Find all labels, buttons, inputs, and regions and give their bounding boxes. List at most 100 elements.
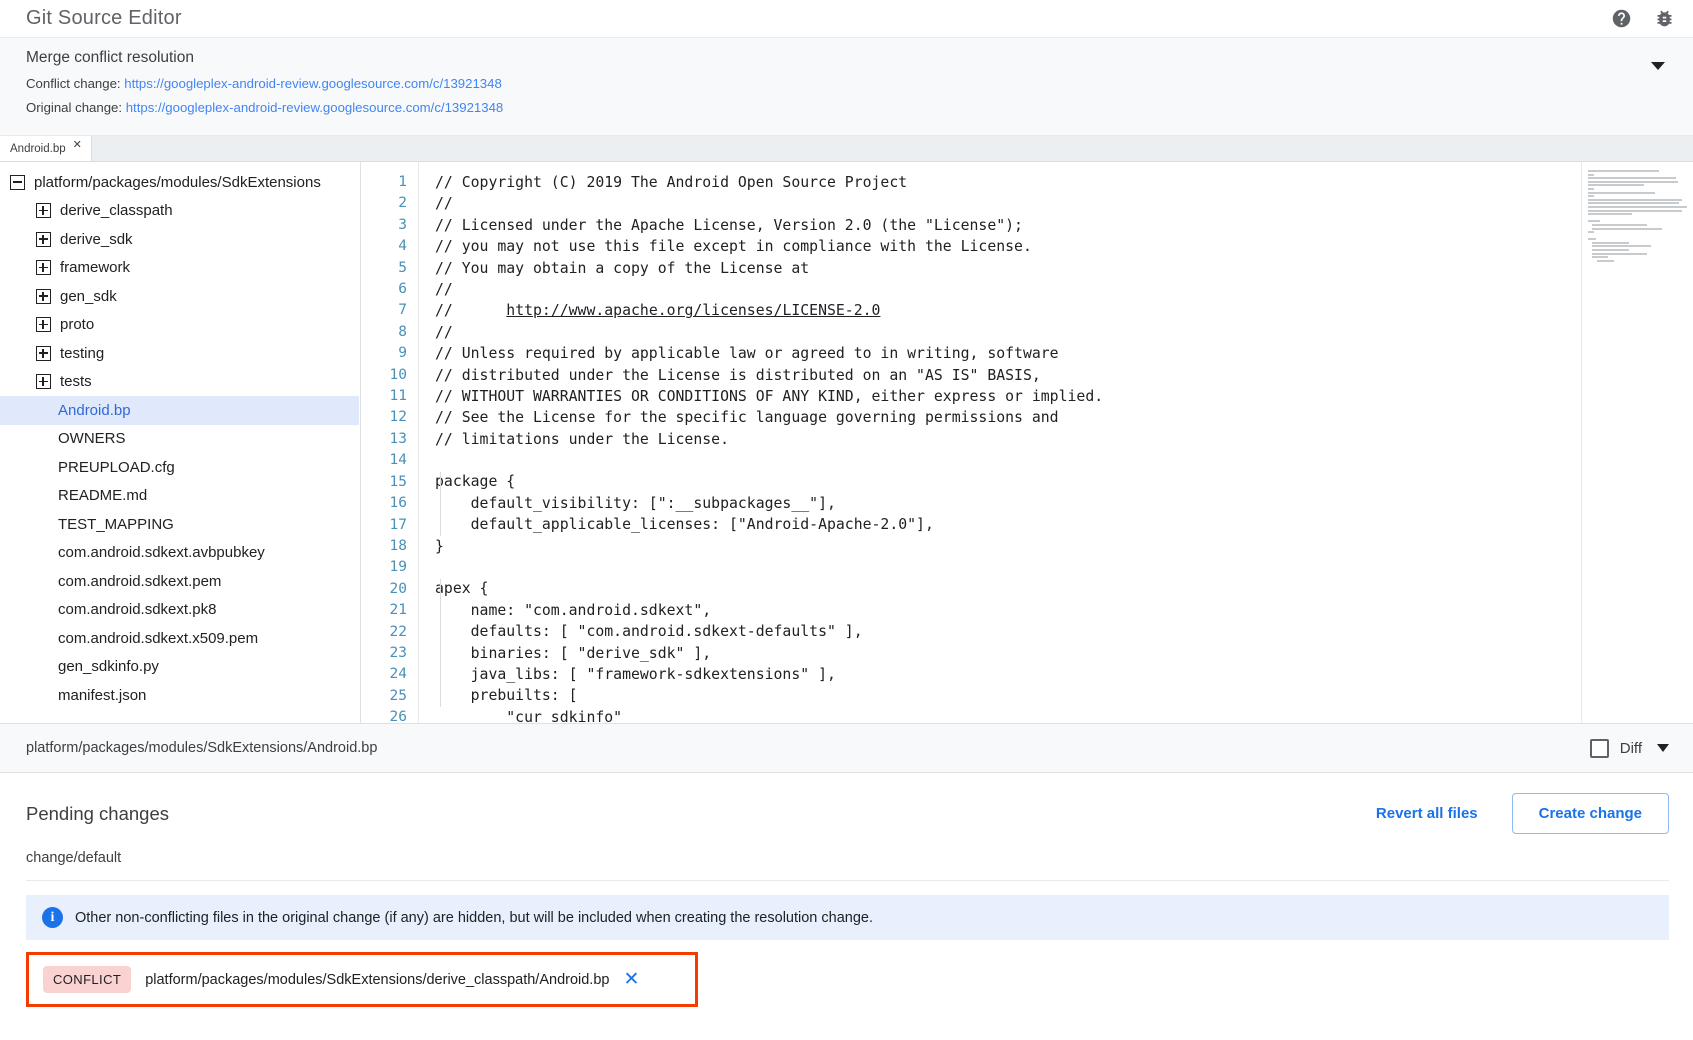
merge-conflict-title: Merge conflict resolution <box>26 49 1675 67</box>
line-number: 3 <box>361 215 407 236</box>
expand-toggle-icon[interactable] <box>36 374 51 389</box>
line-number: 5 <box>361 258 407 279</box>
tab-label: Android.bp <box>10 143 66 155</box>
line-number: 1 <box>361 172 407 193</box>
revert-all-files-button[interactable]: Revert all files <box>1362 797 1492 830</box>
conflict-change-label: Conflict change: <box>26 76 121 91</box>
minimap-line <box>1588 195 1594 197</box>
code-text[interactable]: // Copyright (C) 2019 The Android Open S… <box>419 162 1581 723</box>
code-scroll-region[interactable]: 1234567891011121314151617181920212223242… <box>361 162 1581 723</box>
pending-changes-title: Pending changes <box>26 803 1362 825</box>
diff-controls: Diff <box>1590 739 1669 758</box>
tree-row-file-avbpubkey[interactable]: com.android.sdkext.avbpubkey <box>0 539 359 568</box>
tree-row-file-pk8[interactable]: com.android.sdkext.pk8 <box>0 596 359 625</box>
code-line: // <box>435 193 1581 214</box>
chevron-down-icon[interactable] <box>1657 744 1669 752</box>
help-circle-icon[interactable] <box>1611 8 1632 29</box>
expand-toggle-icon[interactable] <box>36 346 51 361</box>
page-title: Git Source Editor <box>26 7 1611 30</box>
code-line: default_visibility: [":__subpackages__"]… <box>435 493 1581 514</box>
tree-row-file-gen-sdkinfo-py[interactable]: gen_sdkinfo.py <box>0 653 359 682</box>
original-change-link[interactable]: https://googleplex-android-review.google… <box>126 100 504 115</box>
tree-row-tests[interactable]: tests <box>0 368 359 397</box>
file-tree: platform/packages/modules/SdkExtensions … <box>0 162 360 723</box>
tree-row-label: OWNERS <box>58 430 126 447</box>
conflict-file-row[interactable]: CONFLICT platform/packages/modules/SdkEx… <box>26 952 698 1007</box>
bug-icon[interactable] <box>1654 8 1675 29</box>
code-line: // Unless required by applicable law or … <box>435 343 1581 364</box>
line-number: 24 <box>361 664 407 685</box>
minimap-line <box>1588 192 1655 194</box>
minimap-line <box>1588 170 1659 172</box>
minimap-line <box>1588 177 1676 179</box>
tree-row-file-readme-md[interactable]: README.md <box>0 482 359 511</box>
minimap-line <box>1592 253 1647 255</box>
diff-checkbox[interactable] <box>1590 739 1609 758</box>
tree-row-file-preupload-cfg[interactable]: PREUPLOAD.cfg <box>0 453 359 482</box>
tree-row-testing[interactable]: testing <box>0 339 359 368</box>
tree-row-proto[interactable]: proto <box>0 311 359 340</box>
code-editor-pane: 1234567891011121314151617181920212223242… <box>360 162 1693 723</box>
tree-row-label: manifest.json <box>58 687 146 704</box>
code-line: "cur_sdkinfo" <box>435 707 1581 723</box>
minimap-line <box>1592 242 1628 244</box>
line-number: 12 <box>361 407 407 428</box>
code-line: // http://www.apache.org/licenses/LICENS… <box>435 300 1581 321</box>
tree-row-derive-classpath[interactable]: derive_classpath <box>0 197 359 226</box>
license-url-link[interactable]: http://www.apache.org/licenses/LICENSE-2… <box>506 302 880 319</box>
tree-row-file-android-bp[interactable]: Android.bp <box>0 396 359 425</box>
expand-toggle-icon[interactable] <box>36 317 51 332</box>
tree-row-label: TEST_MAPPING <box>58 516 174 533</box>
tree-row-label: testing <box>60 345 104 362</box>
collapse-toggle-icon[interactable] <box>10 175 25 190</box>
minimap-line <box>1592 228 1661 230</box>
expand-toggle-icon[interactable] <box>36 260 51 275</box>
expand-toggle-icon[interactable] <box>36 289 51 304</box>
line-number: 23 <box>361 643 407 664</box>
tree-row-file-owners[interactable]: OWNERS <box>0 425 359 454</box>
tree-row-file-manifest-json[interactable]: manifest.json <box>0 681 359 710</box>
tree-row-derive-sdk[interactable]: derive_sdk <box>0 225 359 254</box>
line-number: 15 <box>361 472 407 493</box>
close-icon[interactable]: ✕ <box>623 970 639 989</box>
minimap-line <box>1592 249 1628 251</box>
code-line: // <box>435 279 1581 300</box>
tree-row-framework[interactable]: framework <box>0 254 359 283</box>
tree-row-root[interactable]: platform/packages/modules/SdkExtensions <box>0 168 359 197</box>
pending-changes-header: Pending changes Revert all files Create … <box>26 793 1669 834</box>
pending-changes-section: Pending changes Revert all files Create … <box>0 773 1693 1040</box>
tree-row-label: gen_sdk <box>60 288 117 305</box>
tree-row-label: proto <box>60 316 94 333</box>
expand-toggle-icon[interactable] <box>36 232 51 247</box>
line-number: 14 <box>361 450 407 471</box>
expand-toggle-icon[interactable] <box>36 203 51 218</box>
minimap-line <box>1588 206 1687 208</box>
conflict-change-link[interactable]: https://googleplex-android-review.google… <box>124 76 502 91</box>
code-line: // Licensed under the Apache License, Ve… <box>435 215 1581 236</box>
editor-area: platform/packages/modules/SdkExtensions … <box>0 162 1693 724</box>
editor-tabstrip: Android.bp ✕ <box>0 136 1693 162</box>
minimap-line <box>1592 224 1647 226</box>
conflict-file-path: platform/packages/modules/SdkExtensions/… <box>145 972 609 988</box>
conflict-change-row: Conflict change: https://googleplex-andr… <box>26 76 1675 93</box>
chevron-down-icon[interactable] <box>1651 62 1665 70</box>
tab-android-bp[interactable]: Android.bp ✕ <box>0 136 92 161</box>
tree-row-file-pem[interactable]: com.android.sdkext.pem <box>0 567 359 596</box>
code-line: // WITHOUT WARRANTIES OR CONDITIONS OF A… <box>435 386 1581 407</box>
line-number: 11 <box>361 386 407 407</box>
minimap-line <box>1588 231 1594 233</box>
code-line: package { <box>435 471 1581 492</box>
line-number: 17 <box>361 515 407 536</box>
tree-row-file-x509-pem[interactable]: com.android.sdkext.x509.pem <box>0 624 359 653</box>
tree-row-file-test-mapping[interactable]: TEST_MAPPING <box>0 510 359 539</box>
line-number: 7 <box>361 300 407 321</box>
tree-row-label: platform/packages/modules/SdkExtensions <box>34 174 321 191</box>
code-minimap[interactable] <box>1581 162 1693 723</box>
minimap-line <box>1592 256 1608 258</box>
tree-row-gen-sdk[interactable]: gen_sdk <box>0 282 359 311</box>
tree-row-label: derive_classpath <box>60 202 173 219</box>
close-icon[interactable]: ✕ <box>73 140 82 151</box>
tree-row-label: com.android.sdkext.pem <box>58 573 221 590</box>
create-change-button[interactable]: Create change <box>1512 793 1669 834</box>
editor-vertical-scrollbar[interactable] <box>1573 162 1581 723</box>
